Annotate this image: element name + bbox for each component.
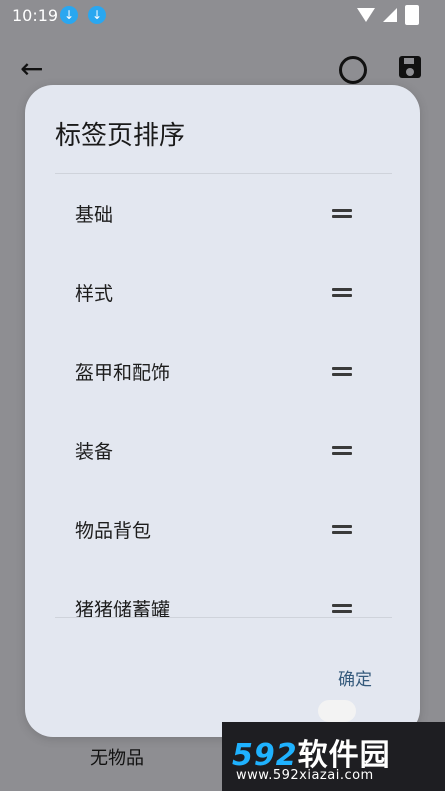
back-arrow-icon[interactable]: ← xyxy=(20,52,43,85)
drag-handle-icon[interactable] xyxy=(332,525,352,534)
item-label: 装备 xyxy=(75,441,114,463)
sortable-item-basic[interactable]: 基础 xyxy=(25,174,420,253)
sortable-item-inventory[interactable]: 物品背包 xyxy=(25,490,420,569)
watermark: 592软件园 www.592xiazai.com xyxy=(222,700,445,791)
dialog-title: 标签页排序 xyxy=(55,121,186,151)
gamepad-icon xyxy=(318,700,356,722)
sortable-item-equipment[interactable]: 装备 xyxy=(25,411,420,490)
item-label: 物品背包 xyxy=(75,520,152,542)
divider xyxy=(55,617,392,618)
tab-sort-dialog: 标签页排序 基础 样式 盔甲和配饰 装备 物品背包 猪猪储蓄罐 确定 xyxy=(25,85,420,737)
item-label: 盔甲和配饰 xyxy=(75,362,171,384)
item-label: 猪猪储蓄罐 xyxy=(75,599,171,617)
history-icon[interactable] xyxy=(339,56,367,84)
drag-handle-icon[interactable] xyxy=(332,288,352,297)
item-label: 基础 xyxy=(75,204,114,226)
status-icons xyxy=(357,5,419,25)
background-list-item: 无物品 xyxy=(90,748,144,769)
save-icon[interactable] xyxy=(399,56,421,78)
drag-handle-icon[interactable] xyxy=(332,367,352,376)
drag-handle-icon[interactable] xyxy=(332,446,352,455)
signal-icon xyxy=(383,8,397,22)
confirm-button[interactable]: 确定 xyxy=(338,665,372,690)
sortable-item-style[interactable]: 样式 xyxy=(25,253,420,332)
battery-icon xyxy=(405,5,419,25)
wifi-icon xyxy=(357,8,375,22)
sortable-item-armor[interactable]: 盔甲和配饰 xyxy=(25,332,420,411)
status-bar: 10:19 ↓ ↓ xyxy=(0,0,445,32)
sortable-item-piggy-bank[interactable]: 猪猪储蓄罐 xyxy=(25,569,420,617)
item-label: 样式 xyxy=(75,283,114,305)
download-icon: ↓ xyxy=(60,6,78,24)
drag-handle-icon[interactable] xyxy=(332,209,352,218)
watermark-url: www.592xiazai.com xyxy=(236,768,374,783)
status-time: 10:19 xyxy=(12,6,59,25)
sortable-tab-list: 基础 样式 盔甲和配饰 装备 物品背包 猪猪储蓄罐 xyxy=(25,174,420,617)
download-icon: ↓ xyxy=(88,6,106,24)
drag-handle-icon[interactable] xyxy=(332,604,352,613)
